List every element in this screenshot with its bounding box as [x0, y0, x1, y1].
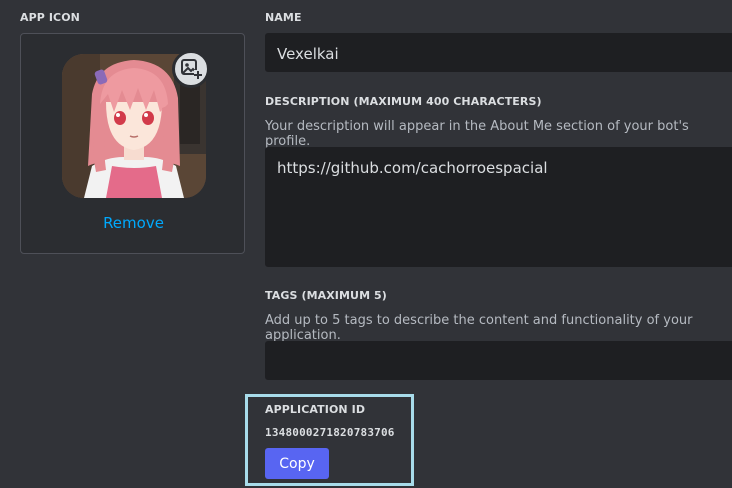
app-icon-card: Remove [20, 33, 245, 254]
remove-icon-link[interactable]: Remove [21, 214, 246, 232]
tags-helper-text: Add up to 5 tags to describe the content… [265, 313, 693, 343]
application-id-value: 1348000271820783706 [265, 426, 395, 439]
tags-input[interactable] [265, 341, 732, 380]
copy-application-id-button[interactable]: Copy [265, 448, 329, 479]
tags-label: TAGS (MAXIMUM 5) [265, 289, 387, 302]
description-label: DESCRIPTION (MAXIMUM 400 CHARACTERS) [265, 95, 542, 108]
app-icon-label: APP ICON [20, 11, 80, 24]
image-add-icon [181, 59, 202, 79]
application-id-label: APPLICATION ID [265, 403, 366, 416]
upload-image-button[interactable] [172, 50, 210, 88]
general-information-panel: APP ICON Remove NAME Vexelkai DESCRIPTIO… [0, 0, 732, 488]
description-helper-text: Your description will appear in the Abou… [265, 119, 689, 149]
description-textarea-value: https://github.com/cachorroespacial [277, 159, 548, 177]
name-label: NAME [265, 11, 302, 24]
description-textarea[interactable]: https://github.com/cachorroespacial [265, 147, 732, 267]
name-input-value: Vexelkai [277, 45, 339, 63]
name-input[interactable]: Vexelkai [265, 33, 732, 72]
